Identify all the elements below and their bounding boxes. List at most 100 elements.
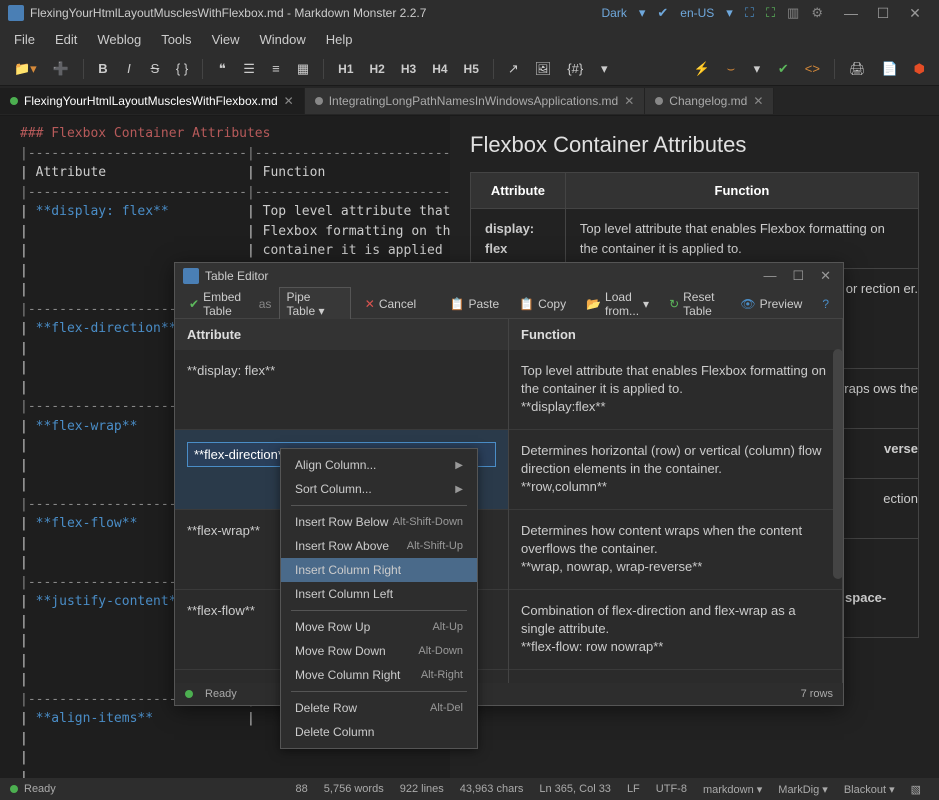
dirty-indicator-icon bbox=[10, 97, 18, 105]
help-button[interactable]: ? bbox=[816, 294, 835, 314]
status-ready: Ready bbox=[24, 783, 56, 795]
table-editor-titlebar[interactable]: Table Editor — ☐ ✕ bbox=[175, 263, 843, 289]
h3-button[interactable]: H3 bbox=[395, 57, 422, 81]
ctx-delete-row[interactable]: Delete RowAlt-Del bbox=[281, 696, 477, 720]
minimize-button[interactable]: — bbox=[835, 0, 867, 26]
minimize-button[interactable]: — bbox=[759, 268, 780, 284]
open-button[interactable]: 📁▾ bbox=[8, 57, 43, 81]
new-button[interactable]: ➕ bbox=[47, 57, 75, 81]
code-button[interactable]: { } bbox=[170, 57, 194, 81]
cell[interactable]: Determines how content wraps when the co… bbox=[509, 510, 842, 590]
anchor-button[interactable]: {#} bbox=[561, 57, 589, 81]
more-button[interactable]: ▾ bbox=[593, 57, 615, 81]
html-button[interactable]: <> bbox=[799, 57, 826, 81]
expand-icon[interactable]: ⛶ bbox=[745, 5, 754, 21]
caret-down-icon[interactable]: ▾ bbox=[639, 5, 646, 21]
close-button[interactable]: ✕ bbox=[899, 0, 931, 26]
pdf-button[interactable]: 📄 bbox=[875, 57, 903, 81]
settings-icon[interactable]: ⚙ bbox=[811, 5, 823, 21]
bold-button[interactable]: B bbox=[92, 57, 114, 81]
lightning-icon[interactable]: ⚡ bbox=[688, 57, 716, 81]
status-position: Ln 365, Col 33 bbox=[531, 783, 619, 795]
tab-close-button[interactable]: ✕ bbox=[624, 94, 634, 108]
h5-button[interactable]: H5 bbox=[458, 57, 485, 81]
menu-tools[interactable]: Tools bbox=[151, 28, 201, 51]
reset-button[interactable]: ↻Reset Table bbox=[663, 287, 726, 321]
locale-dropdown[interactable]: en-US bbox=[680, 6, 714, 20]
status-renderer[interactable]: MarkDig ▾ bbox=[770, 783, 836, 796]
ctx-move-row-up[interactable]: Move Row UpAlt-Up bbox=[281, 615, 477, 639]
status-theme[interactable]: Blackout ▾ bbox=[836, 783, 903, 796]
ctx-insert-column-right[interactable]: Insert Column Right bbox=[281, 558, 477, 582]
ctx-insert-column-left[interactable]: Insert Column Left bbox=[281, 582, 477, 606]
emoji-button[interactable]: ⌣ bbox=[720, 57, 742, 81]
maximize-button[interactable]: ☐ bbox=[788, 268, 808, 284]
fullscreen-icon[interactable]: ⛶ bbox=[766, 5, 775, 21]
ctx-insert-row-above[interactable]: Insert Row AboveAlt-Shift-Up bbox=[281, 534, 477, 558]
paste-button[interactable]: 📋Paste bbox=[443, 294, 505, 314]
image-button[interactable]: 🖼 bbox=[529, 57, 558, 81]
format-dropdown[interactable]: Pipe Table ▾ bbox=[279, 287, 350, 321]
spellcheck-button[interactable]: ✔ bbox=[772, 57, 795, 81]
menu-edit[interactable]: Edit bbox=[45, 28, 87, 51]
quote-button[interactable]: ❝ bbox=[211, 57, 233, 81]
menu-weblog[interactable]: Weblog bbox=[87, 28, 151, 51]
tab-active[interactable]: FlexingYourHtmlLayoutMusclesWithFlexbox.… bbox=[0, 88, 305, 114]
sidebar-toggle-icon[interactable]: ▧ bbox=[903, 783, 929, 796]
app-icon bbox=[8, 5, 24, 21]
tab-close-button[interactable]: ✕ bbox=[753, 94, 763, 108]
load-button[interactable]: 📂Load from... ▾ bbox=[580, 287, 655, 321]
te-status-rows: 7 rows bbox=[801, 688, 833, 700]
strikethrough-button[interactable]: S bbox=[144, 57, 166, 81]
menu-view[interactable]: View bbox=[202, 28, 250, 51]
unordered-list-button[interactable]: ☰ bbox=[237, 57, 261, 81]
h4-button[interactable]: H4 bbox=[426, 57, 453, 81]
col-header-function[interactable]: Function bbox=[509, 319, 842, 350]
scrollbar[interactable] bbox=[833, 349, 843, 579]
preview-button[interactable]: 👁Preview bbox=[734, 294, 808, 314]
tab[interactable]: Changelog.md ✕ bbox=[645, 88, 774, 114]
link-button[interactable]: ↗ bbox=[502, 57, 525, 81]
print-button[interactable]: 🖨 bbox=[843, 57, 872, 81]
tab-label: FlexingYourHtmlLayoutMusclesWithFlexbox.… bbox=[24, 94, 278, 108]
cell[interactable]: Top level attribute that enables Flexbox… bbox=[509, 350, 842, 430]
cell[interactable]: Combination of flex-direction and flex-w… bbox=[509, 590, 842, 670]
ctx-delete-column[interactable]: Delete Column bbox=[281, 720, 477, 744]
caret-down-icon[interactable]: ▾ bbox=[726, 5, 733, 21]
close-button[interactable]: ✕ bbox=[816, 268, 835, 284]
cell[interactable]: **display: flex** bbox=[175, 350, 508, 430]
more2-button[interactable]: ▾ bbox=[746, 57, 768, 81]
menu-window[interactable]: Window bbox=[250, 28, 316, 51]
ctx-move-row-down[interactable]: Move Row DownAlt-Down bbox=[281, 639, 477, 663]
table-button[interactable]: ▦ bbox=[291, 57, 315, 81]
embed-table-button[interactable]: ✔Embed Table bbox=[183, 287, 251, 321]
cell[interactable]: Determines horizontal (row) or vertical … bbox=[509, 430, 842, 510]
ctx-align-column[interactable]: Align Column...▶ bbox=[281, 453, 477, 477]
status-eol[interactable]: LF bbox=[619, 783, 648, 795]
status-syntax[interactable]: markdown ▾ bbox=[695, 783, 770, 796]
ctx-insert-row-below[interactable]: Insert Row BelowAlt-Shift-Down bbox=[281, 510, 477, 534]
cancel-button[interactable]: ✕Cancel bbox=[359, 294, 422, 314]
h1-button[interactable]: H1 bbox=[332, 57, 359, 81]
tab-close-button[interactable]: ✕ bbox=[284, 94, 294, 108]
html5-button[interactable]: ⬢ bbox=[908, 57, 931, 81]
tab-indicator-icon bbox=[315, 97, 323, 105]
italic-button[interactable]: I bbox=[118, 57, 140, 81]
split-icon[interactable]: ▥ bbox=[787, 5, 799, 21]
ordered-list-button[interactable]: ≡ bbox=[265, 57, 287, 81]
status-encoding[interactable]: UTF-8 bbox=[648, 783, 695, 795]
ctx-sort-column[interactable]: Sort Column...▶ bbox=[281, 477, 477, 501]
h2-button[interactable]: H2 bbox=[364, 57, 391, 81]
tab-indicator-icon bbox=[655, 97, 663, 105]
tab[interactable]: IntegratingLongPathNamesInWindowsApplica… bbox=[305, 88, 646, 114]
theme-dropdown[interactable]: Dark bbox=[602, 6, 627, 20]
maximize-button[interactable]: ☐ bbox=[867, 0, 899, 26]
ctx-move-column-right[interactable]: Move Column RightAlt-Right bbox=[281, 663, 477, 687]
col-header-attribute[interactable]: Attribute bbox=[175, 319, 508, 350]
tabstrip: FlexingYourHtmlLayoutMusclesWithFlexbox.… bbox=[0, 86, 939, 116]
copy-button[interactable]: 📋Copy bbox=[513, 294, 572, 314]
menu-file[interactable]: File bbox=[4, 28, 45, 51]
preview-th-attribute: Attribute bbox=[471, 173, 566, 209]
cell[interactable]: Aligns content along the flex bbox=[509, 670, 842, 683]
menu-help[interactable]: Help bbox=[316, 28, 363, 51]
